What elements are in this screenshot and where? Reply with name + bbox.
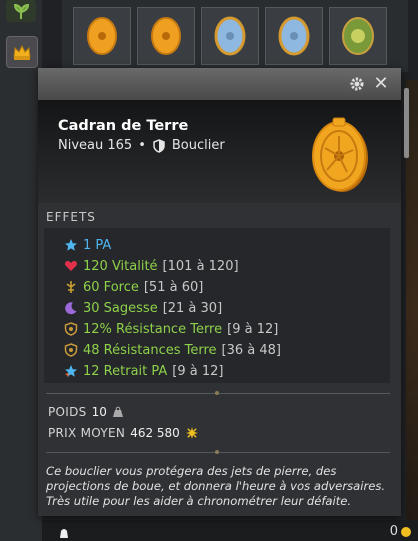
effect-row: 60 Force [51 à 60] (64, 278, 203, 296)
effect-row: 1 PA (64, 236, 111, 254)
blue-shield-icon (278, 16, 310, 56)
gold-shield-icon (87, 17, 117, 55)
gear-icon[interactable] (349, 76, 365, 92)
item-subtitle: Niveau 165 • Bouclier (58, 138, 225, 153)
effect-range: [9 à 12] (227, 321, 279, 337)
weight-row: POIDS 10 (48, 405, 124, 419)
item-description: Ce bouclier vous protégera des jets de p… (46, 464, 386, 508)
heart-icon (65, 261, 77, 271)
ap-reduction-icon (65, 365, 77, 377)
kamas-count: 0 (389, 524, 398, 539)
effect-value: 1 PA (83, 237, 112, 253)
crown-menu-button[interactable] (6, 36, 38, 68)
strength-icon (66, 281, 76, 293)
effect-range: [101 à 120] (162, 258, 239, 274)
wisdom-moon-icon (65, 302, 77, 315)
effect-value: 30 Sagesse (83, 300, 158, 316)
effect-value: 48 Résistances Terre (83, 342, 217, 358)
item-type: Bouclier (171, 138, 225, 153)
blue-shield-icon (214, 16, 246, 56)
bag-icon (60, 529, 68, 538)
effect-range: [9 à 12] (172, 363, 224, 379)
effect-range: [21 à 30] (162, 300, 223, 316)
item-header: Cadran de Terre Niveau 165 • Bouclier (38, 100, 401, 203)
kama-icon (401, 527, 411, 537)
equipment-slot[interactable] (329, 7, 387, 65)
earth-resistance-icon (64, 322, 78, 336)
divider-ornament (215, 391, 219, 395)
effect-row: 30 Sagesse [21 à 30] (64, 299, 222, 317)
equipment-slot[interactable] (73, 7, 131, 65)
green-shield-icon (342, 17, 374, 55)
shield-type-icon (153, 138, 165, 153)
gold-shield-icon (151, 17, 181, 55)
effect-row: 48 Résistances Terre [36 à 48] (64, 341, 281, 359)
item-shield-image (312, 117, 368, 192)
price-value: 462 580 (130, 426, 180, 440)
item-name: Cadran de Terre (58, 118, 189, 134)
item-tooltip: ✕ Cadran de Terre Niveau 165 • Bouclier … (38, 68, 401, 516)
weight-value: 10 (91, 405, 107, 419)
effect-value: 12% Résistance Terre (83, 321, 223, 337)
divider-ornament (215, 450, 219, 454)
bottom-bar (42, 520, 418, 541)
separator-dot: • (138, 138, 146, 153)
effect-value: 60 Force (83, 279, 139, 295)
equipment-slot[interactable] (201, 7, 259, 65)
left-sidebar (0, 0, 42, 541)
price-row: PRIX MOYEN 462 580 (48, 426, 199, 440)
kama-icon (185, 427, 198, 439)
ap-star-icon (65, 239, 77, 251)
effect-value: 12 Retrait PA (83, 363, 168, 379)
price-label: PRIX MOYEN (48, 426, 126, 440)
crown-icon (13, 44, 31, 60)
effect-row: 12 Retrait PA [9 à 12] (64, 362, 223, 380)
effect-range: [36 à 48] (221, 342, 282, 358)
effects-title: EFFETS (46, 210, 96, 224)
weight-icon (112, 406, 123, 417)
effects-list: 1 PA 120 Vitalité [101 à 120] 60 Force [… (44, 228, 390, 383)
item-level: Niveau 165 (58, 138, 133, 153)
equipment-slot[interactable] (265, 7, 323, 65)
effect-row: 120 Vitalité [101 à 120] (64, 257, 239, 275)
close-icon[interactable]: ✕ (371, 74, 391, 94)
effect-range: [51 à 60] (143, 279, 204, 295)
equipment-slot[interactable] (137, 7, 195, 65)
effect-value: 120 Vitalité (83, 258, 158, 274)
effect-row: 12% Résistance Terre [9 à 12] (64, 320, 278, 338)
weight-label: POIDS (48, 405, 87, 419)
tooltip-titlebar[interactable]: ✕ (38, 68, 401, 100)
scrollbar[interactable] (404, 88, 409, 158)
plant-icon (13, 3, 30, 19)
plant-menu-button[interactable] (6, 0, 36, 22)
earth-resistance-icon (64, 343, 78, 357)
